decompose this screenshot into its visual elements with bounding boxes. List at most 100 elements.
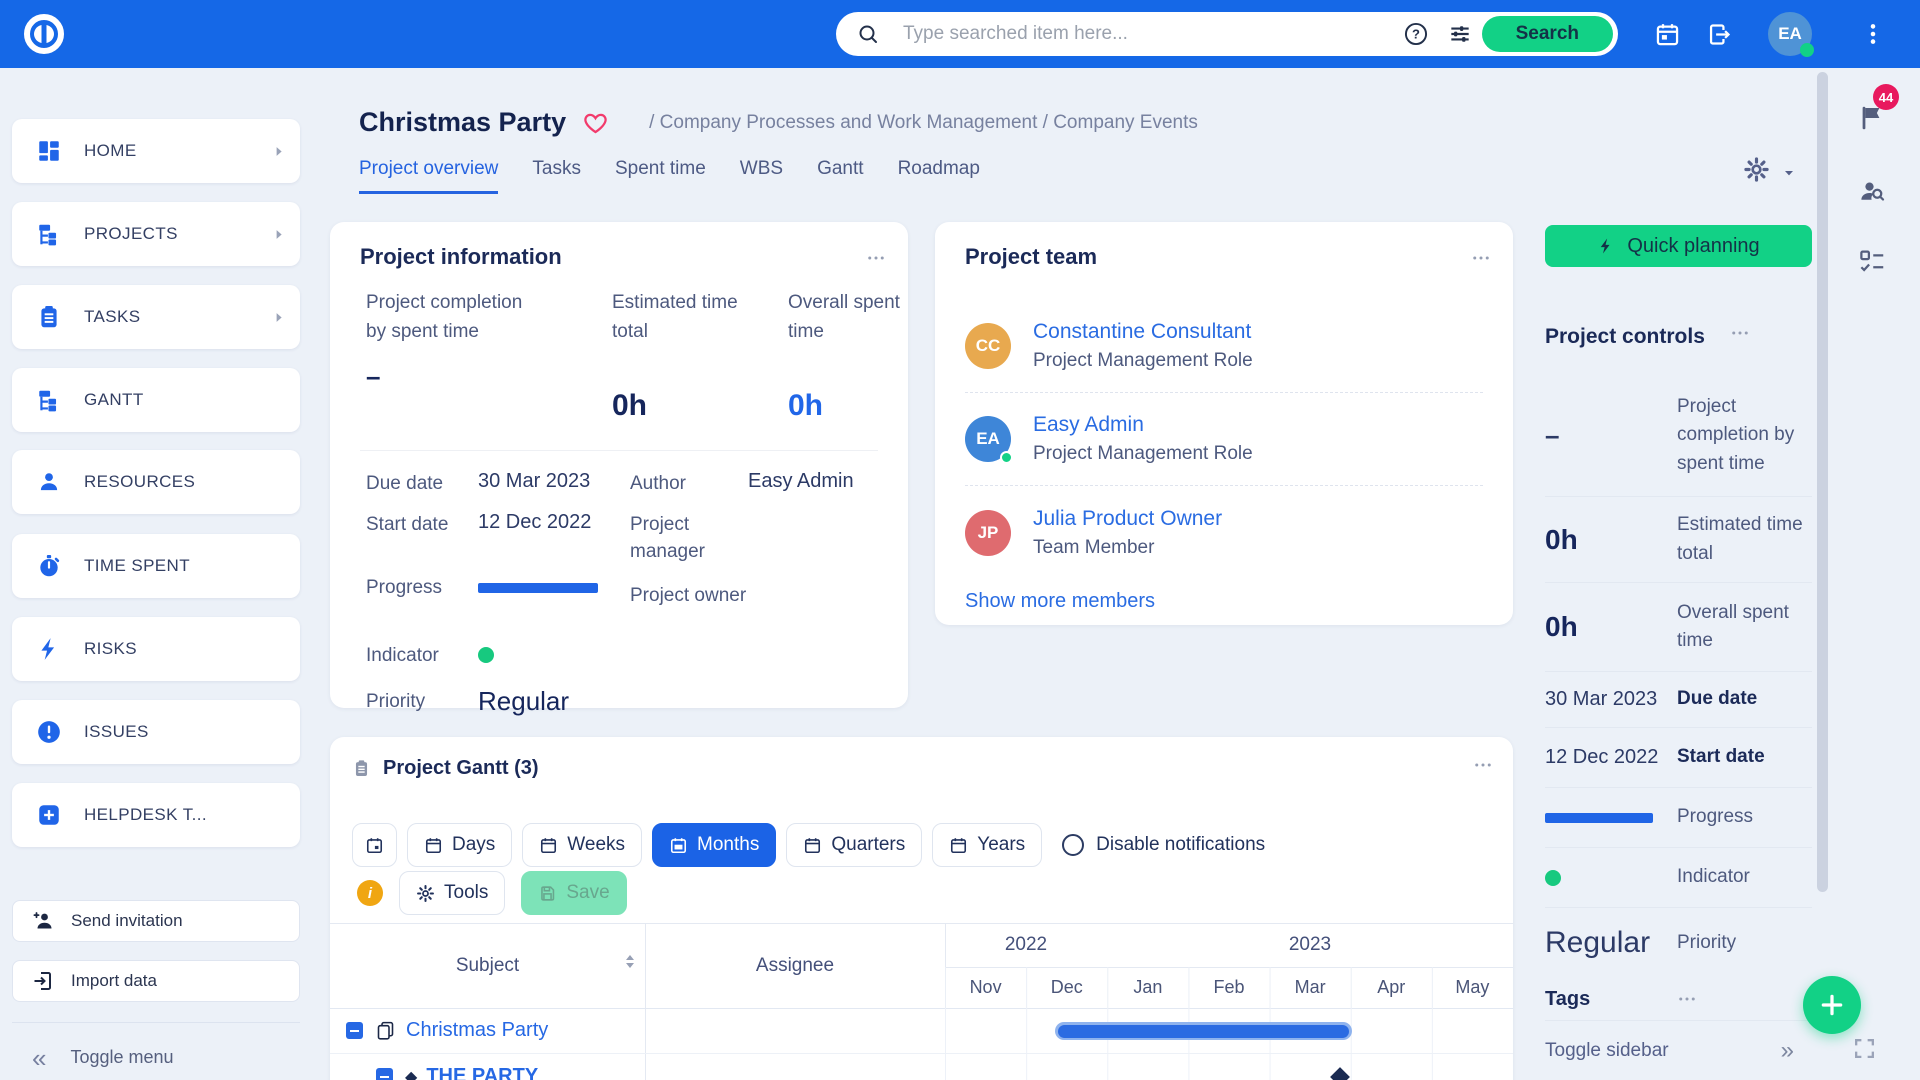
zoom-days-button[interactable]: Days [407, 823, 512, 867]
vertical-scrollbar[interactable] [1817, 72, 1828, 892]
tab-project-overview[interactable]: Project overview [359, 158, 498, 194]
project-information-title: Project information [360, 244, 562, 270]
gantt-tree-icon [36, 387, 62, 413]
gantt-row-link[interactable]: THE PARTY [426, 1065, 538, 1080]
chevron-right-icon [271, 310, 286, 325]
avatar-initials: JP [978, 523, 999, 543]
app-logo-icon[interactable] [20, 10, 68, 58]
logout-icon[interactable] [1706, 21, 1733, 48]
show-more-members-link[interactable]: Show more members [965, 590, 1155, 613]
card-menu-icon[interactable] [1473, 755, 1493, 775]
global-search: ? Search [836, 12, 1618, 56]
toggle-sidebar-row[interactable]: Toggle sidebar » [1545, 1020, 1812, 1080]
panel-menu-icon[interactable] [1730, 323, 1750, 343]
gantt-bar-christmas-party[interactable] [1055, 1022, 1352, 1040]
tab-tasks[interactable]: Tasks [532, 158, 581, 194]
priority-value: Regular [478, 686, 569, 717]
tools-button[interactable]: Tools [399, 871, 505, 915]
help-icon[interactable]: ? [1403, 21, 1429, 47]
gantt-toolbar: Days Weeks Months Quarters Years Disable… [352, 823, 1265, 867]
zoom-years-button[interactable]: Years [932, 823, 1042, 867]
collapse-icon[interactable] [376, 1068, 393, 1080]
card-menu-icon[interactable] [1471, 248, 1491, 268]
send-invitation-button[interactable]: Send invitation [12, 900, 300, 942]
sidebar-item-gantt[interactable]: GANTT [12, 368, 300, 432]
disable-notifications-label: Disable notifications [1096, 834, 1265, 856]
sidebar-item-resources[interactable]: RESOURCES [12, 450, 300, 514]
sidebar-item-label: TIME SPENT [84, 556, 286, 576]
panel-indicator-row: Indicator [1545, 848, 1812, 908]
indicator-label: Indicator [1677, 863, 1812, 892]
search-input[interactable] [903, 23, 1394, 45]
favorite-heart-icon[interactable] [582, 109, 609, 136]
collapse-icon[interactable] [346, 1022, 363, 1039]
add-button[interactable] [1803, 976, 1861, 1034]
panel-priority-row: Regular Priority [1545, 908, 1812, 978]
indicator-label: Indicator [366, 642, 478, 670]
page-settings-gear-icon[interactable] [1743, 156, 1770, 183]
month-label: Nov [945, 967, 1026, 1008]
sidebar-item-helpdesk[interactable]: HELPDESK T... [12, 783, 300, 847]
subject-column-header[interactable]: Subject [330, 923, 645, 1008]
page-settings-caret-icon[interactable] [1781, 165, 1797, 181]
sidebar-item-time-spent[interactable]: TIME SPENT [12, 534, 300, 598]
project-icon [375, 1020, 396, 1041]
breadcrumb[interactable]: / Company Processes and Work Management … [649, 112, 1198, 134]
sidebar-item-issues[interactable]: ISSUES [12, 700, 300, 764]
date-picker-button[interactable] [352, 823, 397, 867]
search-filters-icon[interactable] [1447, 21, 1473, 47]
info-icon[interactable]: i [357, 880, 383, 906]
sidebar-item-projects[interactable]: PROJECTS [12, 202, 300, 266]
tab-spent-time[interactable]: Spent time [615, 158, 706, 194]
month-label: May [1432, 967, 1513, 1008]
panel-tags-row: Tags [1545, 978, 1812, 1020]
assignee-column-header[interactable]: Assignee [645, 923, 945, 1008]
year-label: 2023 [1107, 923, 1513, 967]
zoom-months-label: Months [697, 834, 759, 856]
stat-value: 0h [1545, 524, 1677, 556]
tab-gantt[interactable]: Gantt [817, 158, 863, 194]
member-name-link[interactable]: Julia Product Owner [1033, 507, 1222, 531]
quick-planning-button[interactable]: Quick planning [1545, 225, 1812, 267]
projects-tree-icon [36, 221, 62, 247]
start-date-label: Start date [366, 511, 478, 539]
sidebar-item-tasks[interactable]: TASKS [12, 285, 300, 349]
tab-roadmap[interactable]: Roadmap [898, 158, 980, 194]
tab-wbs[interactable]: WBS [740, 158, 783, 194]
person-search-icon[interactable] [1857, 176, 1887, 206]
priority-label: Priority [1677, 929, 1812, 958]
sidebar-item-risks[interactable]: RISKS [12, 617, 300, 681]
user-avatar[interactable]: EA [1768, 12, 1812, 56]
plus-square-icon [36, 802, 62, 828]
sidebar-item-label: HOME [84, 141, 271, 161]
member-role: Team Member [1033, 537, 1222, 559]
gantt-row-link[interactable]: Christmas Party [406, 1019, 548, 1042]
calendar-icon[interactable] [1654, 21, 1681, 48]
avatar[interactable]: EA [965, 416, 1011, 462]
zoom-weeks-button[interactable]: Weeks [522, 823, 642, 867]
avatar[interactable]: CC [965, 323, 1011, 369]
card-menu-icon[interactable] [866, 248, 886, 268]
fullscreen-icon[interactable] [1852, 1036, 1877, 1061]
panel-stat-row: – Project completion by spent time [1545, 375, 1812, 497]
save-button[interactable]: Save [521, 871, 626, 915]
sidebar-item-home[interactable]: HOME [12, 119, 300, 183]
import-data-button[interactable]: Import data [12, 960, 300, 1002]
member-name-link[interactable]: Constantine Consultant [1033, 320, 1253, 344]
more-menu-icon[interactable] [1860, 21, 1886, 47]
zoom-quarters-button[interactable]: Quarters [786, 823, 922, 867]
sort-icon[interactable] [626, 955, 634, 968]
member-name-link[interactable]: Easy Admin [1033, 413, 1253, 437]
progress-bar [478, 583, 598, 593]
search-button[interactable]: Search [1482, 16, 1613, 52]
online-status-dot [1800, 43, 1814, 57]
tags-menu-icon[interactable] [1677, 989, 1812, 1009]
checklist-icon[interactable] [1857, 246, 1887, 276]
toggle-menu-button[interactable]: « Toggle menu [12, 1035, 300, 1080]
zoom-months-button[interactable]: Months [652, 823, 776, 867]
milestone-icon: ◆ [405, 1067, 417, 1080]
bolt-icon [36, 636, 62, 662]
avatar[interactable]: JP [965, 510, 1011, 556]
import-icon [31, 969, 55, 993]
disable-notifications-radio[interactable] [1062, 834, 1084, 856]
